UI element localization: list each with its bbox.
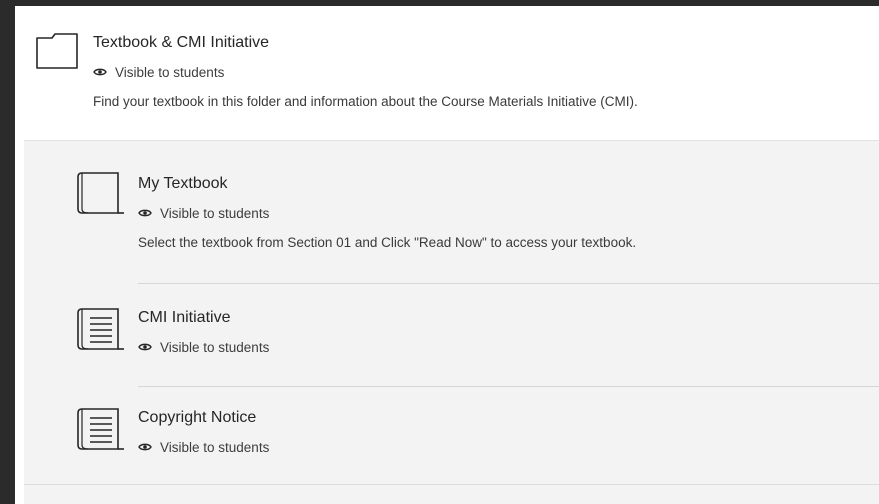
item-title-link[interactable]: CMI Initiative [138, 309, 230, 327]
text-document-icon [77, 308, 124, 350]
folder-title-link[interactable]: Textbook & CMI Initiative [93, 34, 269, 52]
folder-contents: My Textbook Visible to students Select t… [24, 140, 879, 485]
eye-icon [138, 209, 152, 217]
item-description: Select the textbook from Section 01 and … [138, 235, 637, 250]
item-visibility-label: Visible to students [160, 205, 270, 221]
item-visibility[interactable]: Visible to students [138, 205, 269, 221]
eye-icon [93, 68, 107, 76]
item-visibility-label: Visible to students [160, 439, 270, 455]
item-visibility-label: Visible to students [160, 339, 270, 355]
item-title-link[interactable]: My Textbook [138, 175, 228, 193]
eye-icon [138, 343, 152, 351]
eye-icon [138, 443, 152, 451]
folder-description: Find your textbook in this folder and in… [93, 94, 638, 109]
folder-visibility-label: Visible to students [115, 64, 225, 80]
folder-textbook-cmi[interactable]: Textbook & CMI Initiative Visible to stu… [15, 6, 879, 136]
item-visibility[interactable]: Visible to students [138, 339, 269, 355]
text-document-icon [77, 408, 124, 450]
folder-icon[interactable] [35, 28, 79, 72]
next-item-edge [24, 484, 879, 504]
course-content-panel: Textbook & CMI Initiative Visible to stu… [15, 6, 879, 504]
divider [138, 283, 879, 284]
blank-document-icon [77, 172, 124, 214]
divider [138, 386, 879, 387]
item-title-link[interactable]: Copyright Notice [138, 409, 256, 427]
folder-visibility[interactable]: Visible to students [93, 64, 224, 80]
item-visibility[interactable]: Visible to students [138, 439, 269, 455]
